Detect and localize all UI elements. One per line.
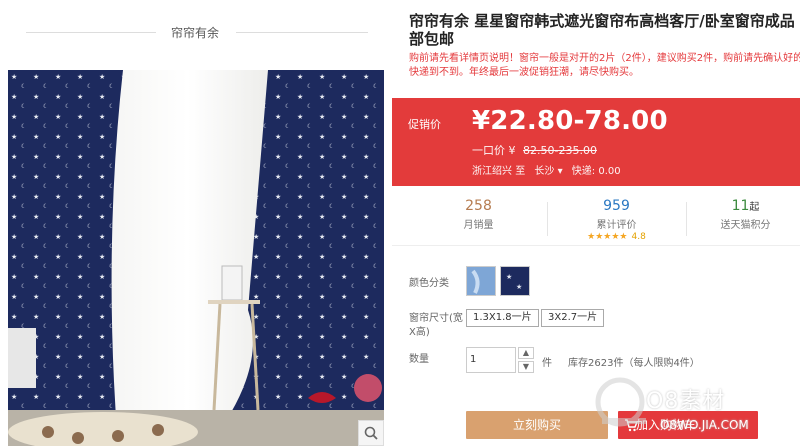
product-page: 帘帘有余 ★ ☾	[0, 0, 800, 446]
svg-text:★: ★	[506, 273, 512, 281]
rating-value: 4.8	[631, 232, 646, 242]
stat-divider	[547, 202, 548, 236]
points-label: 送天猫积分	[720, 220, 771, 231]
stock-info: 库存2623件（每人限购4件）	[568, 358, 700, 369]
shop-header: 帘帘有余	[0, 0, 400, 66]
ship-from: 浙江绍兴	[472, 166, 512, 177]
product-subtitle: 购前请先看详情页说明！窗帘一般是对开的2片（2件），建议购买2件，购前请先确认好…	[409, 53, 800, 78]
promo-price: ¥22.80-78.00	[472, 106, 668, 136]
color-swatch-light[interactable]	[466, 266, 496, 296]
monthly-sales-label: 月销量	[463, 220, 494, 231]
size-option-1[interactable]: 1.3X1.8一片	[466, 309, 539, 327]
reviews-value: 959	[603, 198, 630, 214]
watermark-text: O8素材	[646, 389, 726, 414]
points-unit: 起	[749, 202, 760, 213]
points-value: 11	[731, 198, 750, 214]
ship-fee: 快递: 0.00	[571, 166, 621, 177]
original-price-label: 一口价	[472, 144, 505, 157]
reviews-label: 累计评价	[596, 220, 637, 231]
quantity-increase[interactable]: ▲	[518, 347, 534, 359]
quantity-input[interactable]: 1	[466, 347, 516, 373]
swatch-image-light	[467, 267, 495, 295]
original-price-row: 一口价 ¥ 82.50-235.00	[472, 142, 597, 158]
star-icons: ★★★★★	[587, 232, 628, 242]
ship-to-word: 至	[515, 166, 526, 177]
ship-to-city-label: 长沙	[534, 166, 555, 177]
original-price: 82.50-235.00	[523, 144, 597, 157]
swatch-image-navy: ★★	[501, 267, 529, 295]
curtain-photo: ★ ☾	[8, 70, 384, 446]
color-swatch-navy[interactable]: ★ ★	[500, 266, 530, 296]
shipping-row: 浙江绍兴 至 长沙 ▾ 快递: 0.00	[472, 162, 621, 177]
monthly-sales-value: 258	[465, 198, 492, 214]
quantity-label: 数量	[409, 354, 429, 365]
stats-bar: 258 月销量 959 累计评价 ★★★★★ 4.8 11起 送天猫积分	[392, 192, 800, 246]
shop-name[interactable]: 帘帘有余	[156, 26, 233, 40]
chevron-down-icon: ▾	[557, 166, 563, 177]
original-currency: ¥	[508, 144, 516, 157]
ship-to-city[interactable]: 长沙 ▾	[534, 166, 562, 177]
color-label: 颜色分类	[409, 278, 449, 289]
stat-points: 11起 送天猫积分	[678, 198, 800, 231]
size-label: 窗帘尺寸(宽X高)	[409, 313, 463, 338]
zoom-button[interactable]	[358, 420, 384, 446]
chevron-down-icon: ▼	[522, 362, 530, 371]
watermark-url: O8WO.JIA.COM	[660, 418, 749, 432]
shop-name-row: 帘帘有余	[0, 24, 390, 41]
product-main-image[interactable]: ★ ☾	[8, 70, 384, 446]
product-title: 帘帘有余 星星窗帘韩式遮光窗帘布高档客厅/卧室窗帘成品部包邮	[409, 12, 795, 48]
svg-text:★: ★	[516, 283, 522, 291]
points-row: 11起	[678, 198, 800, 214]
promo-price-label: 促销价	[408, 118, 441, 131]
rating-stars: ★★★★★ 4.8	[549, 232, 684, 242]
stat-reviews[interactable]: 959 累计评价 ★★★★★ 4.8	[549, 198, 684, 242]
chevron-up-icon: ▲	[522, 348, 530, 357]
stat-monthly-sales: 258 月销量	[411, 198, 546, 231]
quantity-decrease[interactable]: ▼	[518, 361, 534, 373]
size-option-2[interactable]: 3X2.7一片	[541, 309, 605, 327]
buy-now-button[interactable]: 立刻购买	[466, 411, 608, 439]
search-icon	[364, 426, 378, 440]
price-panel: 促销价 ¥22.80-78.00 一口价 ¥ 82.50-235.00 浙江绍兴…	[392, 98, 800, 186]
quantity-unit: 件	[542, 358, 552, 369]
